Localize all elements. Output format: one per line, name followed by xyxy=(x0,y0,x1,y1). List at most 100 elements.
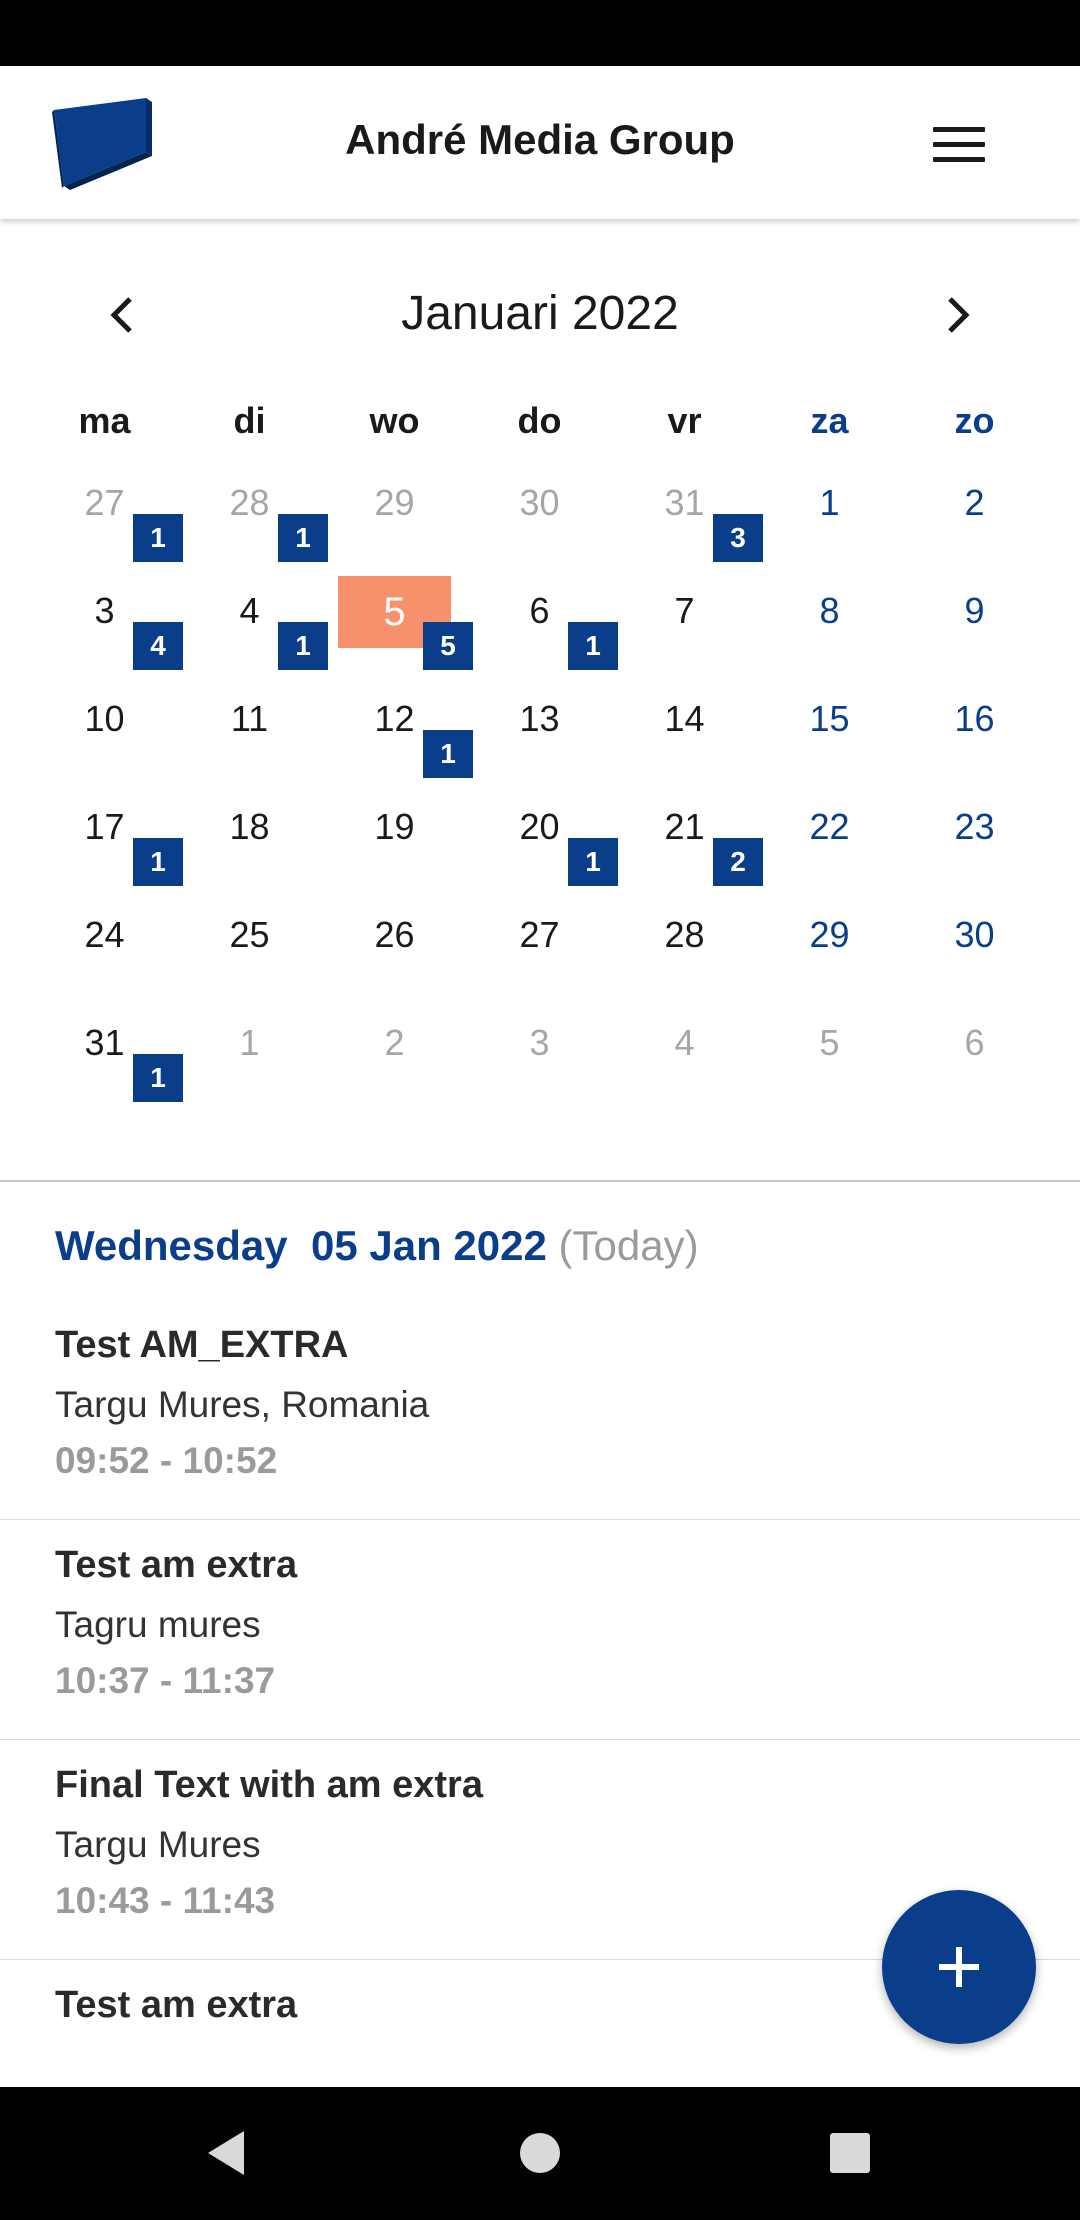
day-number: 30 xyxy=(519,482,560,523)
calendar-day[interactable]: 10 xyxy=(32,688,177,796)
selected-date: 05 Jan 2022 xyxy=(310,1222,547,1269)
calendar-day[interactable]: 2 xyxy=(902,472,1047,580)
event-count-badge: 5 xyxy=(423,622,473,670)
calendar-day[interactable]: 1 xyxy=(757,472,902,580)
day-number: 14 xyxy=(664,698,705,739)
chevron-right-icon[interactable] xyxy=(924,280,994,350)
calendar-day[interactable]: 29 xyxy=(757,904,902,1012)
event-location: Targu Mures, Romania xyxy=(55,1384,430,1425)
event-count-badge: 1 xyxy=(423,730,473,778)
calendar-day[interactable]: 4 xyxy=(612,1012,757,1120)
event-count-badge: 1 xyxy=(133,514,183,562)
day-number: 26 xyxy=(374,914,415,955)
calendar-day[interactable]: 26 xyxy=(322,904,467,1012)
calendar-day[interactable]: 41 xyxy=(177,580,328,688)
calendar-day[interactable]: 16 xyxy=(902,688,1047,796)
calendar-day[interactable]: 7 xyxy=(612,580,757,688)
day-number: 1 xyxy=(239,1022,260,1063)
event-list: Test AM_EXTRA Targu Mures, Romania 09:52… xyxy=(0,1300,1080,2180)
home-circle-icon[interactable] xyxy=(510,2123,570,2183)
calendar-day[interactable]: 31 3 xyxy=(612,472,763,580)
event-count-badge: 3 xyxy=(713,514,763,562)
recents-square-icon[interactable] xyxy=(820,2123,880,2183)
calendar-day[interactable]: 31 1 xyxy=(32,1012,183,1120)
day-number: 2 xyxy=(964,482,985,523)
event-count-badge: 2 xyxy=(713,838,763,886)
day-number: 11 xyxy=(230,698,269,739)
day-number: 10 xyxy=(84,698,125,739)
calendar-day[interactable]: 25 xyxy=(177,904,322,1012)
weekday-header: ma di wo do vr za zo xyxy=(32,400,1047,460)
calendar-day[interactable]: 24 xyxy=(32,904,177,1012)
event-title: Test am extra xyxy=(55,1544,298,1586)
selected-day-heading: Wednesday 05 Jan 2022 (Today) xyxy=(55,1222,699,1270)
event-location: Tagru mures xyxy=(55,1604,261,1645)
day-number: 25 xyxy=(229,914,270,955)
month-title: Januari 2022 xyxy=(401,287,679,340)
calendar-day[interactable]: 6 xyxy=(902,1012,1047,1120)
event-time: 10:43 - 11:43 xyxy=(55,1880,276,1921)
calendar-day[interactable]: 30 xyxy=(902,904,1047,1012)
weekday-label: wo xyxy=(369,400,420,441)
calendar-day[interactable]: 28 1 xyxy=(177,472,328,580)
event-count-badge: 4 xyxy=(133,622,183,670)
day-number: 16 xyxy=(954,698,995,739)
event-count-badge: 1 xyxy=(568,622,618,670)
weekday-label: vr xyxy=(667,400,702,441)
back-triangle-icon[interactable] xyxy=(196,2123,256,2183)
calendar-day[interactable]: 20 1 xyxy=(467,796,618,904)
app-bar: André Media Group xyxy=(0,66,1080,219)
divider xyxy=(0,1180,1080,1182)
event-item[interactable]: Test am extra Tagru mures 10:37 - 11:37 xyxy=(0,1520,1080,1740)
hamburger-menu-icon[interactable] xyxy=(920,114,998,174)
calendar-day[interactable]: 5 xyxy=(757,1012,902,1120)
day-number: 28 xyxy=(664,914,705,955)
event-time: 09:52 - 10:52 xyxy=(55,1440,278,1481)
system-nav-bar xyxy=(0,2087,1080,2220)
calendar-week-row: 10 11 12 1 13 14 15 16 xyxy=(32,688,1047,796)
event-item[interactable]: Test AM_EXTRA Targu Mures, Romania 09:52… xyxy=(0,1300,1080,1520)
add-event-button[interactable] xyxy=(882,1890,1036,2044)
calendar-day[interactable]: 14 xyxy=(612,688,757,796)
weekday-label: do xyxy=(517,400,562,441)
day-number: 5 xyxy=(819,1022,840,1063)
calendar-day[interactable]: 21 2 xyxy=(612,796,763,904)
calendar-day[interactable]: 61 xyxy=(467,580,618,688)
calendar-week-row: 17 1 18 19 20 1 21 2 22 23 xyxy=(32,796,1047,904)
day-number: 22 xyxy=(809,806,850,847)
calendar-day[interactable]: 29 xyxy=(322,472,467,580)
calendar-day[interactable]: 34 xyxy=(32,580,183,688)
calendar-day[interactable]: 30 xyxy=(467,472,612,580)
calendar-week-row: 34415561789 xyxy=(32,576,1047,688)
calendar-day[interactable]: 2 xyxy=(322,1012,467,1120)
calendar-day[interactable]: 1 xyxy=(177,1012,322,1120)
calendar-day[interactable]: 17 1 xyxy=(32,796,183,904)
calendar-day[interactable]: 18 xyxy=(177,796,322,904)
day-number: 29 xyxy=(809,914,850,955)
weekday-label: ma xyxy=(78,400,131,441)
today-label: (Today) xyxy=(558,1222,699,1269)
calendar-day[interactable]: 12 1 xyxy=(322,688,473,796)
calendar-header: Januari 2022 xyxy=(0,270,1080,360)
day-number: 13 xyxy=(519,698,560,739)
calendar-day[interactable]: 3 xyxy=(467,1012,612,1120)
calendar-day[interactable]: 8 xyxy=(757,580,902,688)
calendar-day[interactable]: 23 xyxy=(902,796,1047,904)
day-number: 3 xyxy=(529,1022,550,1063)
calendar-day[interactable]: 27 xyxy=(467,904,612,1012)
event-count-badge: 1 xyxy=(568,838,618,886)
day-number: 24 xyxy=(84,914,125,955)
day-number: 19 xyxy=(374,806,415,847)
calendar-day-today[interactable]: 55 xyxy=(322,576,473,688)
calendar-day[interactable]: 27 1 xyxy=(32,472,183,580)
calendar-day[interactable]: 15 xyxy=(757,688,902,796)
calendar-day[interactable]: 9 xyxy=(902,580,1047,688)
calendar-day[interactable]: 11 xyxy=(177,688,322,796)
status-bar xyxy=(0,0,1080,66)
selected-weekday: Wednesday xyxy=(55,1222,288,1269)
calendar-day[interactable]: 19 xyxy=(322,796,467,904)
event-location: Targu Mures xyxy=(55,1824,261,1865)
calendar-day[interactable]: 13 xyxy=(467,688,612,796)
calendar-day[interactable]: 28 xyxy=(612,904,757,1012)
calendar-day[interactable]: 22 xyxy=(757,796,902,904)
